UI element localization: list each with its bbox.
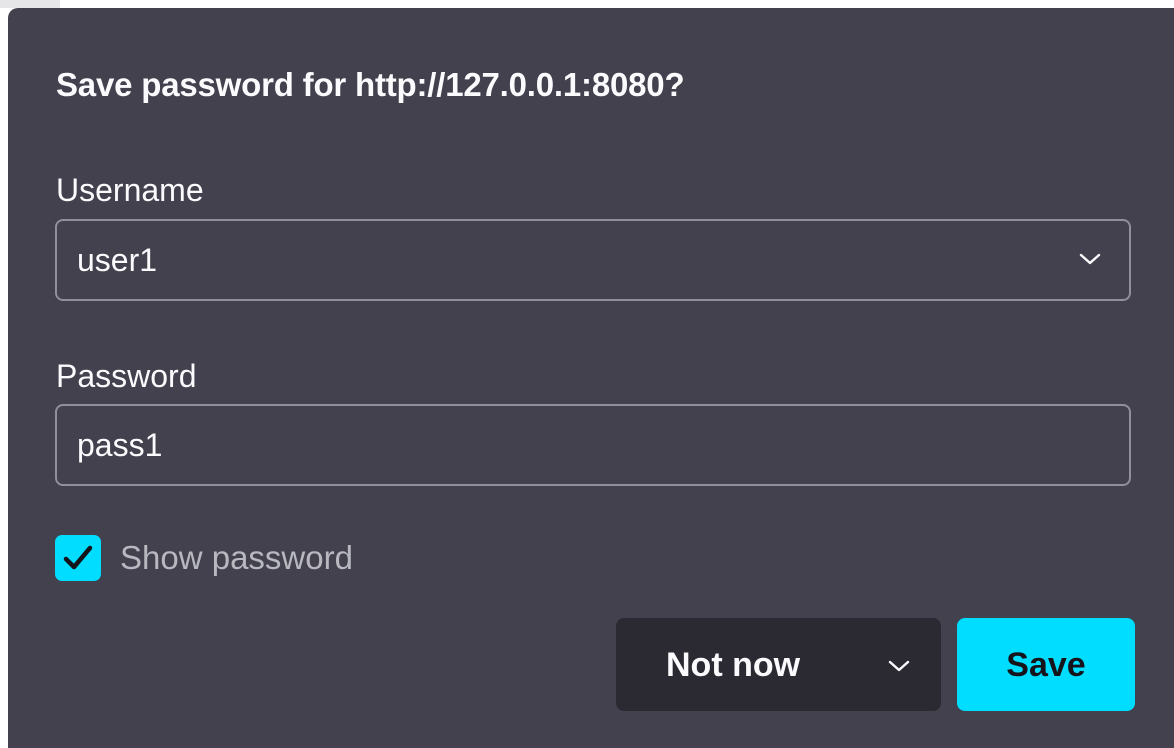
dialog-title: Save password for http://127.0.0.1:8080?: [56, 66, 685, 103]
password-label: Password: [56, 358, 197, 394]
not-now-label: Not now: [666, 646, 801, 684]
show-password-checkbox[interactable]: [55, 535, 101, 581]
not-now-button[interactable]: Not now: [616, 618, 941, 711]
chevron-down-icon[interactable]: [1079, 252, 1101, 266]
username-value[interactable]: user1: [77, 242, 157, 279]
username-field[interactable]: user1: [55, 219, 1131, 301]
save-password-dialog: Save password for http://127.0.0.1:8080?…: [8, 8, 1174, 748]
password-value[interactable]: pass1: [77, 427, 162, 464]
username-label: Username: [56, 172, 204, 208]
window-backdrop: [0, 0, 60, 8]
show-password-label[interactable]: Show password: [120, 539, 353, 577]
password-field[interactable]: pass1: [55, 404, 1131, 486]
checkmark-icon: [63, 545, 93, 570]
save-button[interactable]: Save: [957, 618, 1135, 711]
save-label: Save: [1006, 646, 1086, 684]
chevron-down-icon[interactable]: [888, 659, 910, 673]
